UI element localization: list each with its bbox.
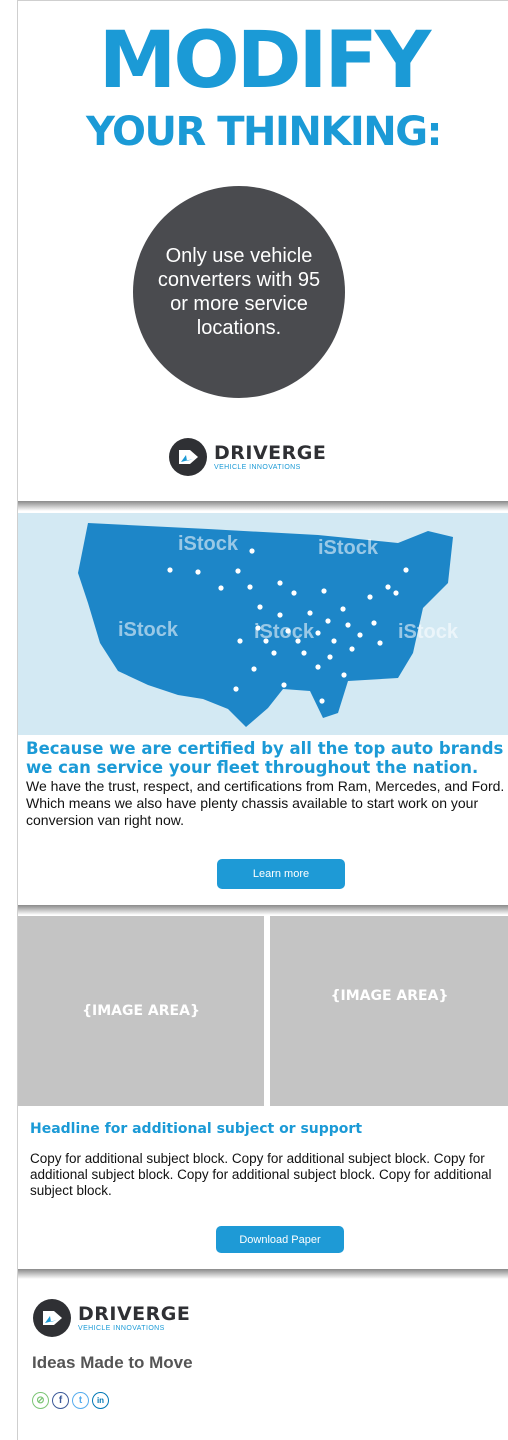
hero-circle-text: Only use vehicle converters with 95 or m… (157, 245, 321, 339)
watermark: iStock (318, 537, 379, 559)
link-icon-glyph: ⊘ (36, 1395, 45, 1406)
watermark: iStock (118, 619, 179, 641)
twitter-icon-glyph: t (78, 1395, 83, 1406)
image-placeholder-right: {IMAGE AREA} (270, 916, 508, 1106)
driverge-logo-footer[interactable]: DRIVERGE VEHICLE INNOVATIONS (32, 1298, 190, 1338)
logo-brand: DRIVERGE (214, 441, 327, 464)
twitter-icon[interactable]: t (72, 1392, 89, 1409)
image-placeholder-label: {IMAGE AREA} (82, 1003, 200, 1019)
facebook-icon-glyph: f (58, 1395, 63, 1406)
section-divider (18, 501, 508, 511)
hero-subtitle: YOUR THINKING: (85, 109, 443, 155)
driverge-logo-icon (33, 1299, 71, 1337)
section2-headline: Headline for additional subject or suppo… (30, 1121, 363, 1137)
watermark: iStock (178, 533, 239, 555)
linkedin-icon[interactable]: in (92, 1392, 109, 1409)
learn-more-button[interactable]: Learn more (217, 859, 345, 889)
section1-headline: Because we are certified by all the top … (26, 739, 504, 777)
image-placeholder-left: {IMAGE AREA} (18, 916, 264, 1106)
watermark: iStock (398, 621, 459, 643)
driverge-logo-top[interactable]: DRIVERGE VEHICLE INNOVATIONS (168, 437, 326, 477)
download-paper-button[interactable]: Download Paper (216, 1226, 344, 1253)
image-placeholder-label: {IMAGE AREA} (330, 988, 449, 1004)
hero-title: MODIFY (98, 16, 431, 106)
link-icon[interactable]: ⊘ (32, 1392, 49, 1409)
watermark: iStock (254, 621, 315, 643)
facebook-icon[interactable]: f (52, 1392, 69, 1409)
email-frame: MODIFY YOUR THINKING: Only use vehicle c… (17, 0, 508, 1440)
logo-tagline: VEHICLE INNOVATIONS (214, 463, 301, 471)
logo-brand: DRIVERGE (78, 1302, 191, 1325)
footer-tagline: Ideas Made to Move (32, 1353, 193, 1372)
section-divider (18, 905, 508, 915)
driverge-logo-icon (169, 438, 207, 476)
logo-tagline: VEHICLE INNOVATIONS (78, 1324, 165, 1332)
section2-body: Copy for additional subject block. Copy … (30, 1151, 492, 1198)
section1-body: We have the trust, respect, and certific… (26, 778, 505, 828)
section-divider (18, 1269, 508, 1279)
hero-circle: Only use vehicle converters with 95 or m… (133, 186, 345, 398)
us-map-image: iStock iStock iStock iStock iStock (18, 513, 508, 735)
linkedin-icon-glyph: in (96, 1396, 105, 1405)
social-links: ⊘ f t in (32, 1392, 109, 1409)
